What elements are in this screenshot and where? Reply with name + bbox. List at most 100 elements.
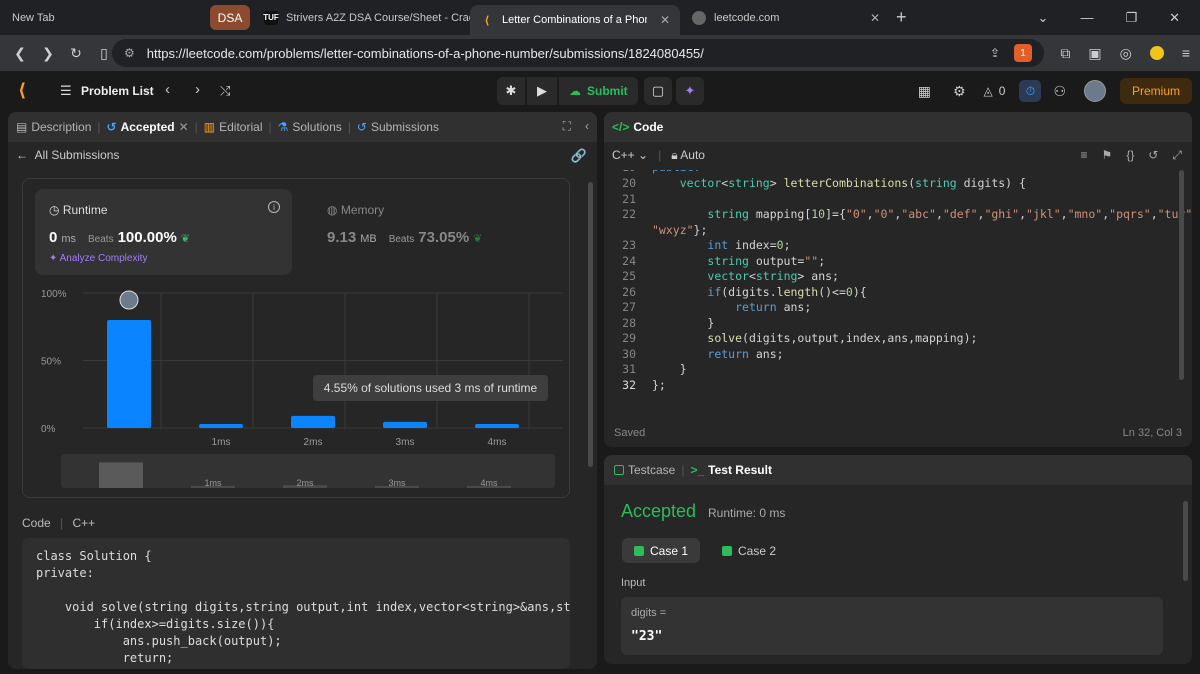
next-problem-icon[interactable]: ›	[195, 81, 200, 98]
runtime-distribution-chart[interactable]: 100% 50% 0% 1ms 2ms 3ms 4ms	[23, 283, 571, 453]
leetcode-logo-icon[interactable]: ⟨	[18, 80, 26, 101]
case-1-tab[interactable]: Case 1	[622, 538, 701, 563]
runtime-bar[interactable]	[291, 415, 335, 428]
language-bar: C++ ⌄ | 🔒︎ Auto	[612, 148, 705, 163]
braces-icon[interactable]: {}	[1126, 148, 1134, 163]
premium-button[interactable]: Premium	[1120, 78, 1192, 104]
new-tab-plus-icon[interactable]: +	[896, 7, 907, 28]
tab-letter-combinations[interactable]: ⟨ Letter Combinations of a Phone Nu ✕	[470, 5, 680, 35]
minimize-icon[interactable]: —	[1080, 10, 1093, 25]
runtime-card[interactable]: ◷ Runtime i 0 ms Beats 100.00% ❦ ✦ Analy…	[35, 189, 292, 275]
lock-icon: 🔒︎	[671, 148, 678, 162]
line-text: };	[652, 378, 666, 392]
tab-solutions[interactable]: ⚗ Solutions	[272, 120, 348, 134]
debug-button[interactable]: ✱	[497, 77, 525, 105]
runtime-value: 0	[49, 229, 58, 246]
tab-new-tab[interactable]: New Tab	[0, 0, 210, 35]
reader-icon[interactable]: ▣	[1088, 45, 1101, 62]
close-icon[interactable]: ✕	[870, 11, 880, 25]
layout-icon[interactable]: ▦	[918, 83, 931, 100]
tab-label: Solutions	[292, 120, 342, 134]
forward-icon[interactable]: ❯	[36, 45, 60, 62]
language-select[interactable]: C++ ⌄	[612, 148, 648, 163]
bookmark-icon[interactable]: ⚑	[1102, 148, 1113, 163]
tab-test-result[interactable]: >_ Test Result	[684, 463, 777, 477]
y-tick-label: 50%	[41, 357, 61, 368]
share-icon[interactable]: ⇪	[990, 46, 1000, 60]
tab-group-dsa[interactable]: DSA	[210, 5, 250, 30]
divider: |	[658, 148, 662, 162]
tab-accepted[interactable]: ↺ Accepted ✕	[101, 120, 195, 134]
site-settings-icon[interactable]: ⚙	[124, 46, 135, 60]
info-icon[interactable]: i	[268, 201, 280, 213]
runtime-title-text: Runtime	[62, 203, 108, 217]
maximize-icon[interactable]: ⛶	[563, 119, 571, 134]
reload-icon[interactable]: ↻	[64, 45, 88, 62]
code-panel: </>Code C++ ⌄ | 🔒︎ Auto ≡ ⚑ {} ↺ ⤢ 19 pub…	[604, 112, 1192, 447]
tab-description[interactable]: ▤ Description	[8, 120, 97, 134]
line-text: }	[652, 362, 687, 376]
tab-submissions[interactable]: ↺ Submissions	[351, 120, 445, 134]
prev-problem-icon[interactable]: ‹	[165, 81, 170, 98]
code-editor[interactable]: 19 public: 20 vector<string> letterCombin…	[604, 170, 1192, 420]
runtime-bar[interactable]	[383, 421, 427, 428]
runtime-bar[interactable]	[475, 423, 519, 428]
extensions-icon[interactable]: ⧉	[1060, 45, 1070, 62]
scrollbar[interactable]	[588, 182, 593, 467]
url-field[interactable]: ⚙ https://leetcode.com/problems/letter-c…	[112, 39, 1044, 67]
profile-extension-icon[interactable]	[1149, 46, 1164, 60]
code-line: 25 vector<string> ans;	[604, 269, 1192, 285]
history-icon: ↺	[356, 120, 367, 134]
collapse-icon[interactable]: ‹	[585, 119, 589, 134]
back-icon[interactable]: ❮	[8, 45, 32, 62]
submit-button[interactable]: ☁ Submit	[559, 77, 638, 105]
settings-gear-icon[interactable]: ⚙	[953, 83, 966, 100]
scrollbar[interactable]	[1183, 501, 1188, 581]
memory-card[interactable]: ◍ Memory 9.13 MB Beats 73.05% ❦	[313, 189, 553, 275]
format-icon[interactable]: ≡	[1081, 148, 1088, 163]
expand-icon[interactable]: ⤢	[1172, 148, 1182, 163]
runtime-bar[interactable]	[107, 320, 151, 428]
url-text: https://leetcode.com/problems/letter-com…	[146, 45, 704, 61]
auto-mode[interactable]: 🔒︎ Auto	[671, 148, 705, 163]
line-text: }	[652, 316, 715, 330]
brave-shield-icon[interactable]: 1	[1014, 44, 1032, 62]
streak-counter[interactable]: ◬ 0	[984, 84, 1006, 98]
reset-icon[interactable]: ↺	[1148, 148, 1158, 163]
close-icon[interactable]: ✕	[179, 120, 189, 134]
restore-icon[interactable]: ❐	[1125, 10, 1137, 26]
line-text: if(digits.length()<=0){	[707, 285, 867, 299]
shuffle-icon[interactable]: ⤭	[220, 83, 230, 99]
code-line: 31 }	[604, 362, 1192, 378]
tab-editorial[interactable]: ▥ Editorial	[198, 120, 269, 134]
link-icon[interactable]: 🔗	[571, 148, 587, 164]
avatar[interactable]	[1084, 80, 1106, 102]
cursor-position: Ln 32, Col 3	[1122, 427, 1182, 439]
close-icon[interactable]: ✕	[660, 13, 670, 27]
tab-code[interactable]: </> Code	[604, 120, 669, 134]
all-submissions-link[interactable]: ← All Submissions	[16, 148, 119, 162]
tab-strivers[interactable]: TUF Strivers A2Z DSA Course/Sheet - Crac…	[262, 0, 470, 35]
scrollbar[interactable]	[1179, 170, 1184, 380]
menu-icon[interactable]: ≡	[1182, 45, 1190, 61]
line-text: "wxyz"};	[652, 223, 708, 237]
chart-range-slider[interactable]: 1ms 2ms 3ms 4ms	[61, 454, 555, 488]
chevron-down-icon[interactable]: ⌄	[1038, 10, 1049, 26]
problem-list-link[interactable]: Problem List	[81, 84, 154, 98]
flask-icon: ⚗	[277, 120, 289, 134]
analyze-complexity-link[interactable]: ✦ Analyze Complexity	[49, 253, 147, 264]
line-number: 24	[622, 254, 636, 268]
tab-leetcode[interactable]: leetcode.com ✕	[680, 0, 890, 35]
timer-icon[interactable]: ⏱	[1019, 80, 1042, 102]
wallet-icon[interactable]: ◎	[1120, 45, 1132, 62]
notes-button[interactable]: ▢	[644, 77, 672, 105]
run-button[interactable]: ▶	[527, 77, 557, 105]
tab-testcase[interactable]: Testcase	[604, 463, 681, 477]
add-friend-icon[interactable]: ⚇	[1053, 83, 1066, 100]
case-2-tab[interactable]: Case 2	[710, 538, 788, 563]
ai-button[interactable]: ✦	[676, 77, 704, 105]
problem-list-icon[interactable]: ☰	[60, 83, 72, 99]
check-icon	[634, 545, 644, 556]
runtime-bar[interactable]	[199, 423, 243, 428]
close-window-icon[interactable]: ✕	[1169, 10, 1180, 26]
